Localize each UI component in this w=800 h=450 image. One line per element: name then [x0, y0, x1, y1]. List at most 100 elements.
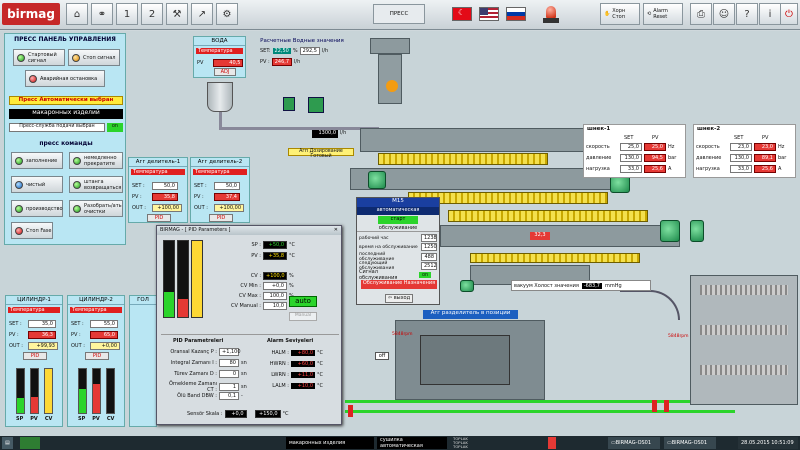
pid-alarm-value[interactable]: +10,0: [291, 383, 315, 389]
us-flag-icon[interactable]: [479, 7, 499, 21]
pid-param-value[interactable]: 0: [219, 370, 239, 378]
cyl1-pv-bar: [30, 368, 39, 414]
help-icon[interactable]: ?: [736, 3, 758, 25]
stop-signal-button[interactable]: Стоп сигнал: [68, 49, 120, 66]
speed-label-1: 5848rpm: [392, 332, 413, 337]
pid-param-unit: -: [241, 393, 243, 399]
alarm-reset-button[interactable]: ⟲ Alarm Reset: [643, 3, 683, 25]
pid-cvmin-value[interactable]: +0,0: [263, 282, 287, 290]
water-title: ВОДА: [194, 37, 245, 46]
pid-title: BIRMAG - [ PID Parameters ]: [160, 227, 231, 233]
pid-param-value[interactable]: 1: [219, 383, 239, 391]
settings-icon[interactable]: ⚙: [216, 3, 238, 25]
pid-param-value[interactable]: 80: [219, 359, 239, 367]
pid-param-row: Ölü Band DBW :0,1-: [161, 392, 243, 400]
screen-2-button[interactable]: 2: [141, 3, 163, 25]
binoculars-icon[interactable]: ⚭: [91, 3, 113, 25]
print-icon[interactable]: ⎙: [690, 3, 712, 25]
status-msg-3: TOPLAK: [453, 444, 468, 449]
close-icon[interactable]: ✕: [334, 227, 338, 234]
status-datetime: 28.05.2015 10:51:09: [738, 437, 798, 449]
emergency-stop-button[interactable]: Аварийная остановка: [25, 70, 105, 87]
menu-icon[interactable]: ▤: [2, 437, 13, 449]
home-icon[interactable]: ⌂: [66, 3, 88, 25]
pid-param-value[interactable]: 0,1: [219, 392, 239, 400]
screw2-row-set[interactable]: 130,0: [730, 154, 752, 162]
m15-row: время на обслуживание 1250: [359, 243, 437, 251]
press-die: [420, 335, 510, 385]
pid-alarm-value[interactable]: +60,0: [291, 361, 315, 367]
screw1-row-set[interactable]: 33,0: [620, 165, 642, 173]
node-2-label: BIRMAG-OS01: [671, 440, 708, 446]
pid-alarm-value[interactable]: +11,0: [291, 372, 315, 378]
pid-pv-bar: [177, 240, 189, 318]
pid-cvmax-value[interactable]: 100,0: [263, 292, 287, 300]
divider-1-pid-button[interactable]: PID: [147, 214, 171, 222]
pid-alarm-row: LALM : +10,0 °C: [269, 383, 323, 389]
screw-2-panel: шнек-2 SET PV скорость 23,0 23,0 Hz давление…: [693, 124, 796, 178]
info-icon[interactable]: i: [759, 3, 781, 25]
m15-start: старт: [378, 216, 418, 224]
pid-title-bar: BIRMAG - [ PID Parameters ] ✕: [157, 226, 341, 235]
m15-row-label: рабочий час: [359, 235, 389, 241]
return-rod-button[interactable]: штанга возвращаться: [69, 176, 123, 193]
divider-1-panel: Агг делитель-1 Температура SET : 50,0 PV …: [128, 157, 188, 223]
water-lh-unit: l/h: [321, 48, 329, 54]
stop-now-button[interactable]: немедленно прекратите: [69, 152, 123, 169]
water-calc-panel: Расчетные Водные значения SET: 22,50% 292,…: [256, 38, 348, 70]
production-button[interactable]: производство: [11, 200, 63, 217]
cylinder-1-pv: 36,3: [28, 331, 56, 339]
pid-alarm-label: HALM :: [271, 350, 289, 356]
cylinder-1-pid-button[interactable]: PID: [23, 352, 47, 360]
pid-alarm-value[interactable]: +80,0: [291, 350, 315, 356]
horn-stop-button[interactable]: ✋ Хорн Стоп: [600, 3, 640, 25]
out-label: OUT :: [9, 343, 23, 349]
stop-now-led-icon: [73, 156, 81, 165]
node-1[interactable]: ▭ BIRMAG-OS01: [608, 437, 660, 449]
screw1-row-set[interactable]: 25,0: [620, 143, 642, 151]
node-2[interactable]: ▭ BIRMAG-OS01: [664, 437, 716, 449]
screen-1-button[interactable]: 1: [116, 3, 138, 25]
hopper-column: [378, 54, 402, 104]
pid-param-value[interactable]: +1,100: [219, 348, 241, 356]
return-rod-led-icon: [73, 180, 81, 189]
screw2-row-set[interactable]: 23,0: [730, 143, 752, 151]
alarm-beacon-icon: [543, 4, 559, 24]
pid-param-unit: sn: [241, 360, 247, 366]
screw-1-set-header: SET: [624, 135, 634, 141]
pid-sp-value[interactable]: +50,0: [263, 241, 287, 249]
sensor-max[interactable]: +150,0: [254, 410, 281, 418]
set-label: SET :: [9, 321, 22, 327]
cyl2-sp-bar: [78, 368, 87, 414]
disassemble-button[interactable]: Разобрать/ать очистки: [69, 200, 123, 217]
screw1-row-label: давление: [586, 155, 612, 161]
cylinder-2-pid-button[interactable]: PID: [85, 352, 109, 360]
water-calc-title: Расчетные Водные значения: [260, 38, 344, 44]
m15-service-button[interactable]: Обслуживание Назначения: [361, 280, 437, 289]
screw1-row-set[interactable]: 130,0: [620, 154, 642, 162]
divider-2-pid-button[interactable]: PID: [209, 214, 233, 222]
m15-exit-button[interactable]: ⇦ выход: [385, 294, 413, 303]
start-signal-button[interactable]: Стартовый сигнал: [13, 49, 65, 66]
trend-icon[interactable]: ↗: [191, 3, 213, 25]
motor-icon: [368, 171, 386, 189]
pid-param-unit: sn: [241, 371, 247, 377]
user-icon[interactable]: ☺: [713, 3, 735, 25]
stop-phase-button[interactable]: Стоп Fase: [11, 222, 53, 239]
tools-icon[interactable]: ⚒: [166, 3, 188, 25]
water-adj-button[interactable]: ADJ: [214, 68, 236, 76]
fill-button[interactable]: заполнение: [11, 152, 63, 169]
pid-auto-button[interactable]: auto: [289, 296, 317, 307]
sensor-min[interactable]: +0,0: [224, 410, 247, 418]
pid-cvman-value[interactable]: 10,0: [263, 302, 287, 310]
russian-flag-icon[interactable]: [506, 7, 526, 21]
stop-led-icon: [72, 53, 80, 62]
pid-manual-button[interactable]: Manual: [289, 312, 317, 321]
alarm-reset-label: Alarm Reset: [653, 8, 668, 20]
clean-button[interactable]: чистый: [11, 176, 63, 193]
screw2-row-set[interactable]: 33,0: [730, 165, 752, 173]
power-icon[interactable]: ⏻: [780, 3, 798, 25]
screw2-row-pv: 89,1: [754, 154, 776, 162]
dosing-flow-value: 1300,0: [312, 130, 338, 138]
turkish-flag-icon[interactable]: ☾: [452, 7, 472, 21]
